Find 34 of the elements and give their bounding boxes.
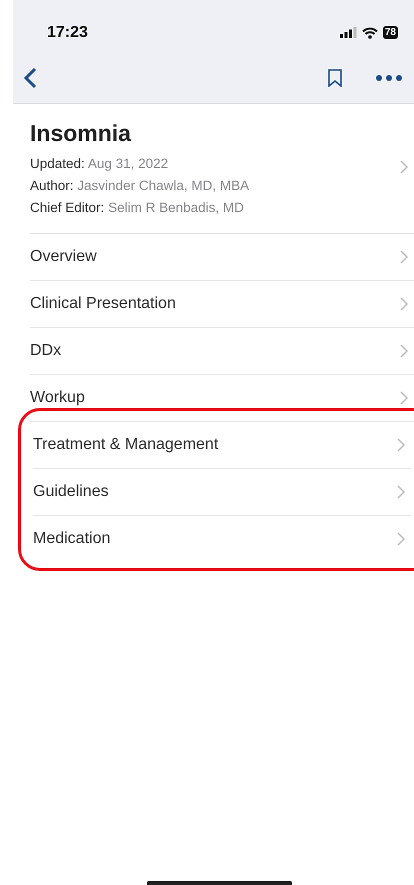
section-label: DDx — [30, 342, 62, 360]
article-meta: Updated: Aug 31, 2022 — [30, 155, 170, 173]
chevron-icon — [400, 344, 408, 358]
section-label: Workup — [30, 389, 85, 407]
wifi-icon — [362, 26, 378, 38]
signal-icon — [340, 27, 357, 38]
chevron-icon — [400, 391, 408, 405]
section-item[interactable]: DDx — [30, 328, 414, 375]
chevron-icon — [397, 532, 405, 546]
article-title: Insomnia — [30, 120, 132, 147]
article-meta: Author: Jasvinder Chawla, MD, MBA — [30, 177, 250, 195]
section-label: Medication — [33, 530, 110, 548]
chevron-icon — [397, 485, 405, 499]
chevron-icon — [397, 438, 405, 452]
section-item[interactable]: Workup — [30, 375, 414, 422]
status-time: 17:23 — [47, 24, 88, 42]
article-meta: Chief Editor: Selim R Benbadis, MD — [30, 199, 245, 217]
back-button[interactable] — [21, 65, 39, 91]
section-label: Clinical Presentation — [30, 295, 176, 313]
section-item[interactable]: Treatment & Management — [33, 422, 411, 469]
more-button[interactable] — [374, 73, 404, 83]
bookmark-button[interactable] — [326, 67, 344, 89]
section-item[interactable]: Clinical Presentation — [30, 281, 414, 328]
battery-level: 78 — [382, 26, 398, 39]
section-label: Guidelines — [33, 483, 109, 501]
article-header[interactable]: Insomnia Updated: Aug 31, 2022 Author: Jasvinder Chawla, MD, MBA Chief Editor: Selim R Benbadis, MD — [30, 104, 414, 234]
chevron-icon — [400, 160, 408, 174]
section-item[interactable]: Guidelines — [33, 469, 411, 516]
section-item[interactable]: Medication — [33, 516, 411, 562]
chevron-icon — [400, 297, 408, 311]
section-label: Overview — [30, 248, 97, 266]
section-item[interactable]: Overview — [30, 234, 414, 281]
chevron-icon — [400, 250, 408, 264]
section-label: Treatment & Management — [33, 436, 218, 454]
